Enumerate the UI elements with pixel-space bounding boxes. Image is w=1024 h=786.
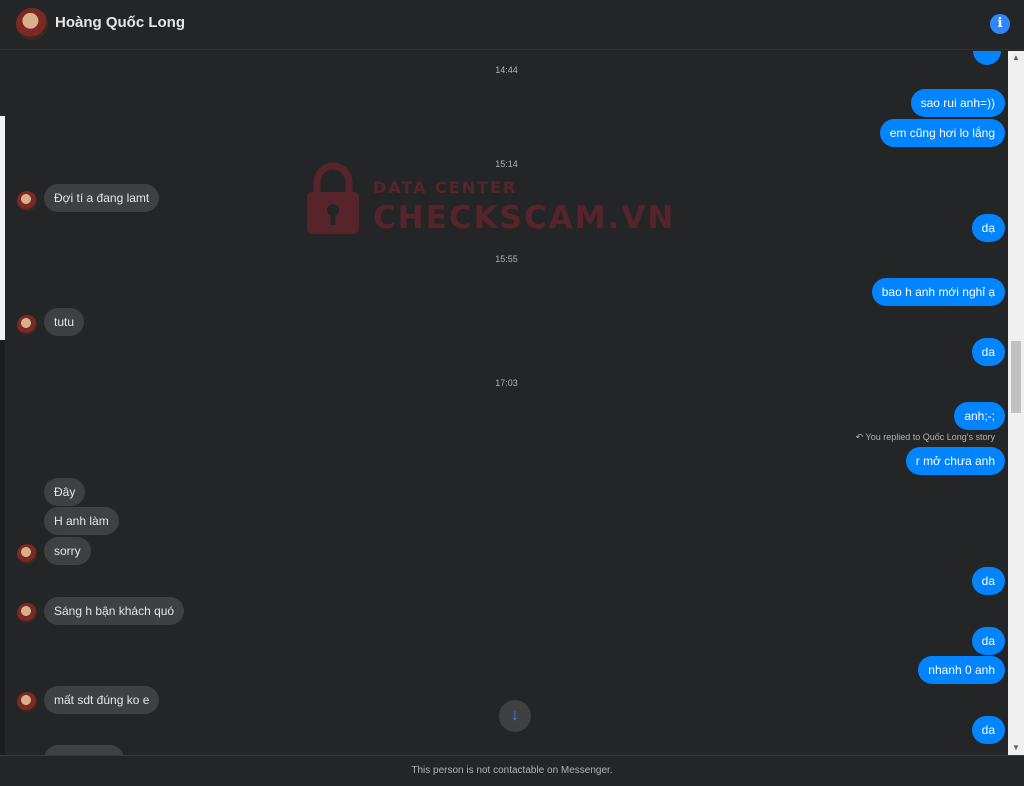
timestamp: 14:44	[495, 65, 518, 75]
message-bubble-outgoing-partial[interactable]	[973, 51, 1001, 65]
story-reply-note: ↶ You replied to Quốc Long's story	[856, 432, 995, 443]
message-bubble-outgoing[interactable]: dạ	[971, 214, 1005, 242]
story-reply-text: You replied to Quốc Long's story	[865, 432, 995, 442]
reply-arrow-icon: ↶	[855, 432, 866, 442]
message-bubble-incoming-partial[interactable]	[44, 745, 124, 755]
timestamp: 15:55	[495, 254, 518, 264]
contact-avatar[interactable]	[16, 8, 48, 40]
message-bubble-outgoing[interactable]: da	[971, 627, 1005, 655]
sender-avatar[interactable]	[17, 315, 37, 335]
message-bubble-outgoing[interactable]: em cũng hơi lo lắng	[879, 119, 1005, 147]
sender-avatar[interactable]	[17, 544, 37, 564]
sender-avatar[interactable]	[17, 191, 37, 211]
scrollbar-thumb[interactable]	[1011, 341, 1021, 413]
scroll-up-arrow[interactable]: ▲	[1008, 51, 1024, 65]
message-bubble-outgoing[interactable]: da	[971, 567, 1005, 595]
arrow-down-icon: ↓	[511, 707, 519, 724]
sender-avatar[interactable]	[17, 603, 37, 623]
conversation-header: Hoàng Quốc Long i	[0, 0, 1024, 50]
composer-footer: This person is not contactable on Messen…	[0, 755, 1024, 785]
scrollbar[interactable]: ▲ ▼	[1008, 51, 1024, 755]
message-bubble-outgoing[interactable]: da	[971, 338, 1005, 366]
message-bubble-outgoing[interactable]: r mở chưa anh	[905, 447, 1005, 475]
message-bubble-incoming[interactable]: Sáng h bận khách quó	[44, 597, 185, 625]
message-bubble-incoming[interactable]: tutu	[44, 308, 85, 336]
contact-name[interactable]: Hoàng Quốc Long	[55, 14, 185, 31]
message-thread[interactable]: 14:44 sao rui anh=)) em cũng hơi lo lắng…	[5, 51, 1008, 755]
scroll-to-bottom-button[interactable]: ↓	[499, 700, 531, 732]
info-icon[interactable]: i	[990, 14, 1010, 34]
message-bubble-incoming[interactable]: sorry	[44, 537, 91, 565]
scroll-down-arrow[interactable]: ▼	[1008, 741, 1024, 755]
message-bubble-outgoing[interactable]: nhanh 0 anh	[918, 656, 1005, 684]
message-bubble-outgoing[interactable]: anh;-;	[954, 402, 1005, 430]
message-bubble-incoming[interactable]: mất sdt đúng ko e	[44, 686, 160, 714]
sender-avatar[interactable]	[17, 692, 37, 712]
message-bubble-outgoing[interactable]: bao h anh mới nghỉ ạ	[871, 278, 1005, 306]
message-bubble-incoming[interactable]: Đợi tí a đang lamt	[44, 184, 160, 212]
message-bubble-incoming[interactable]: H anh làm	[44, 507, 119, 535]
timestamp: 15:14	[495, 159, 518, 169]
message-bubble-outgoing[interactable]: sao rui anh=))	[910, 89, 1005, 117]
message-bubble-incoming[interactable]: Đây	[44, 478, 86, 506]
timestamp: 17:03	[495, 378, 518, 388]
not-contactable-notice: This person is not contactable on Messen…	[411, 765, 613, 776]
message-bubble-outgoing[interactable]: da	[971, 716, 1005, 744]
